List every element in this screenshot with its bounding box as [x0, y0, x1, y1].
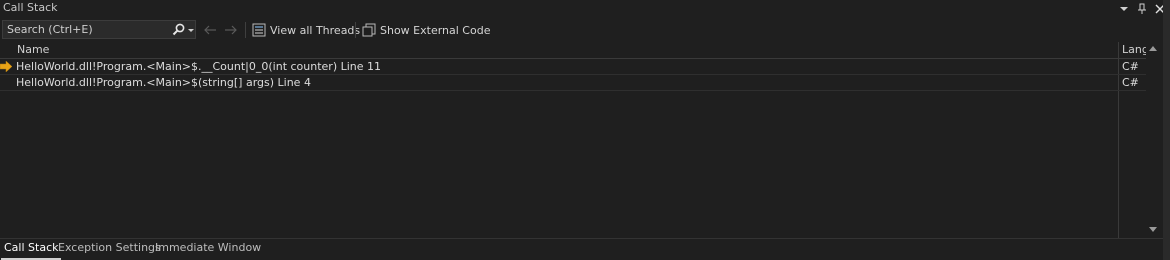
call-stack-window: Call Stack Search (Ctrl+E) View all Thre…: [0, 0, 1170, 260]
toolbar-separator: [355, 22, 356, 38]
show-external-code-button[interactable]: Show External Code: [362, 21, 490, 39]
column-header-name[interactable]: Name: [17, 43, 49, 56]
vertical-scrollbar[interactable]: [1146, 42, 1160, 238]
title-bar: Call Stack: [0, 0, 1170, 17]
forward-arrow-icon[interactable]: [224, 21, 238, 39]
window-actions: [1118, 0, 1166, 17]
column-header-lang[interactable]: Lang: [1122, 43, 1149, 56]
window-title: Call Stack: [3, 1, 58, 14]
stack-frame-row[interactable]: HelloWorld.dll!Program.<Main>$.__Count|0…: [0, 59, 1146, 75]
call-stack-grid: Name Lang HelloWorld.dll!Program.<Main>$…: [0, 42, 1170, 238]
current-frame-arrow-icon: [0, 60, 13, 73]
scroll-up-icon[interactable]: [1149, 46, 1157, 51]
frame-lang: C#: [1122, 76, 1139, 89]
tool-window-tabs: Call Stack Exception Settings Immediate …: [0, 238, 1163, 260]
pin-icon[interactable]: [1136, 2, 1148, 16]
external-code-icon: [362, 23, 376, 37]
dropdown-icon[interactable]: [1118, 2, 1130, 16]
stack-frame-row[interactable]: HelloWorld.dll!Program.<Main>$(string[] …: [0, 75, 1146, 91]
show-external-code-label: Show External Code: [380, 23, 491, 37]
search-box: [2, 20, 196, 39]
tab-call-stack[interactable]: Call Stack: [1, 239, 62, 260]
frame-name: HelloWorld.dll!Program.<Main>$.__Count|0…: [16, 60, 382, 73]
toolbar: View all Threads Show External Code: [0, 18, 1170, 42]
tab-immediate-window[interactable]: Immediate Window: [152, 239, 264, 260]
search-icon[interactable]: [172, 22, 186, 38]
scroll-track[interactable]: [1149, 56, 1157, 226]
view-all-threads-label: View all Threads: [270, 23, 361, 37]
view-all-threads-button[interactable]: View all Threads: [252, 21, 360, 39]
frame-name: HelloWorld.dll!Program.<Main>$(string[] …: [16, 76, 311, 89]
frame-lang: C#: [1122, 60, 1139, 73]
threads-icon: [252, 23, 266, 37]
toolbar-separator: [245, 22, 246, 38]
window-edge: [1163, 0, 1170, 260]
grid-header: Name Lang: [0, 42, 1149, 59]
search-input[interactable]: [7, 21, 162, 38]
back-arrow-icon[interactable]: [203, 21, 217, 39]
scroll-down-icon[interactable]: [1149, 227, 1157, 232]
tab-exception-settings[interactable]: Exception Settings: [55, 239, 164, 260]
search-options-dropdown-icon[interactable]: [187, 22, 195, 38]
